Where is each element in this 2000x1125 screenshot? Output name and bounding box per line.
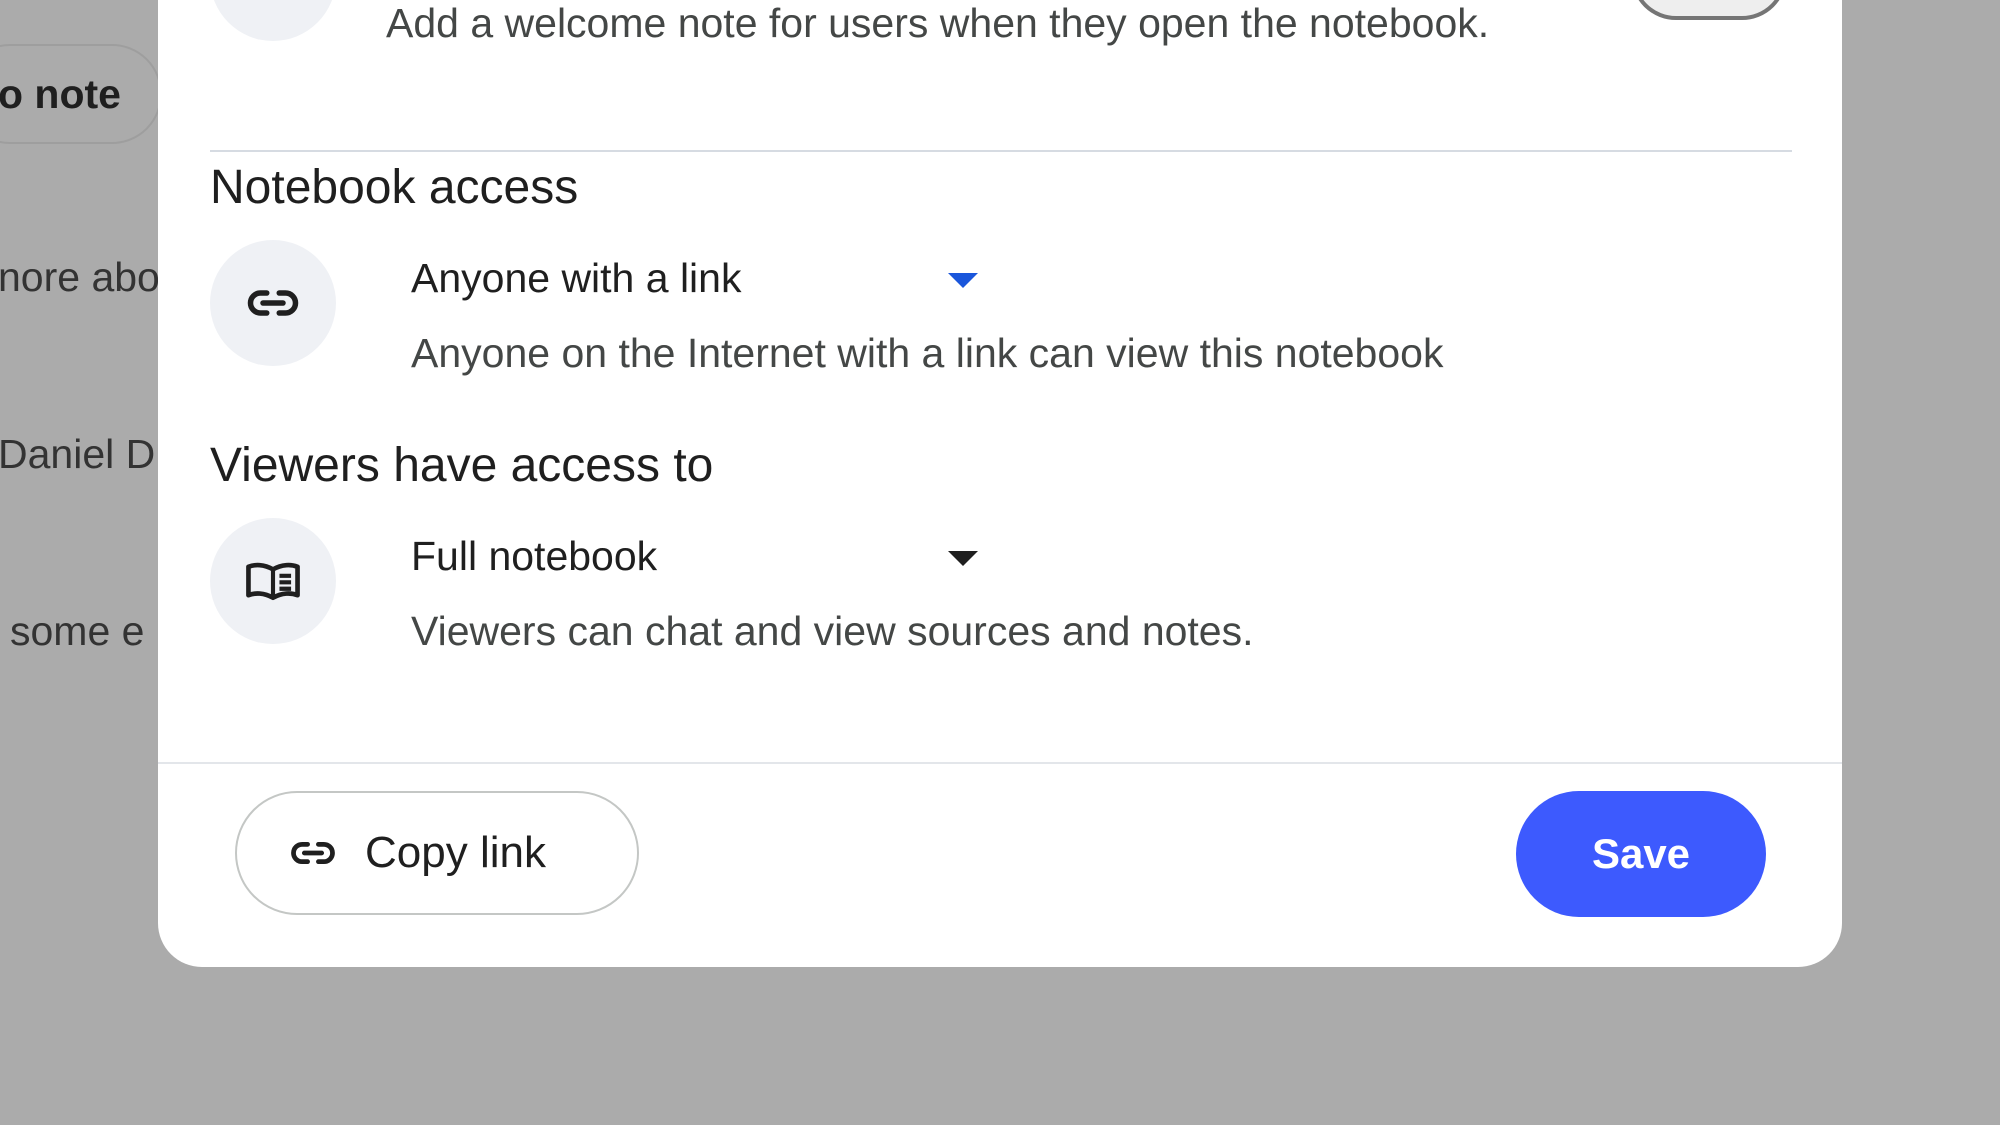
section-divider xyxy=(210,150,1792,152)
share-dialog: Add a welcome note for users when they o… xyxy=(158,0,1842,967)
footer-divider xyxy=(158,762,1842,764)
link-icon xyxy=(291,841,335,865)
chevron-down-icon[interactable] xyxy=(948,273,978,288)
welcome-note-toggle[interactable] xyxy=(1631,0,1787,20)
background-text-fragment: Daniel D xyxy=(0,431,156,477)
viewers-access-selected: Full notebook xyxy=(411,533,658,579)
save-button[interactable]: Save xyxy=(1516,791,1766,917)
notebook-access-title: Notebook access xyxy=(210,161,579,214)
copy-link-button[interactable]: Copy link xyxy=(235,791,639,915)
link-icon-circle xyxy=(210,240,336,366)
copy-link-label: Copy link xyxy=(365,828,546,877)
background-text-fragment: nore abo xyxy=(0,254,160,300)
chevron-down-icon[interactable] xyxy=(948,551,978,566)
link-icon xyxy=(247,290,299,316)
background-text-fragment: some e xyxy=(10,608,145,654)
viewers-access-description: Viewers can chat and view sources and no… xyxy=(411,608,1254,654)
notebook-access-selected: Anyone with a link xyxy=(411,255,742,301)
welcome-note-description: Add a welcome note for users when they o… xyxy=(386,0,1490,46)
viewers-access-title: Viewers have access to xyxy=(210,439,714,492)
background-chip-label: o note xyxy=(0,70,121,117)
background-note-chip: o note xyxy=(0,44,162,144)
notebook-access-description: Anyone on the Internet with a link can v… xyxy=(411,330,1444,376)
welcome-note-icon xyxy=(248,0,298,3)
book-icon-circle xyxy=(210,518,336,644)
welcome-note-icon-circle xyxy=(210,0,336,41)
book-icon xyxy=(246,562,300,601)
